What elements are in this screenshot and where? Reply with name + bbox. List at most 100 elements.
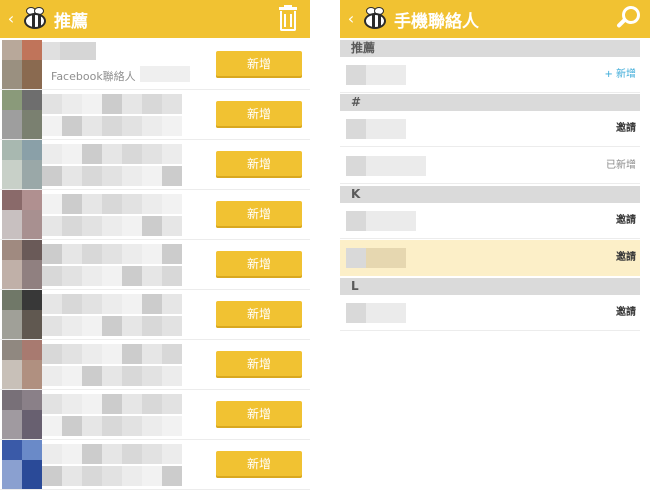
blurred-pixel xyxy=(162,244,182,264)
invite-button[interactable]: 邀請 xyxy=(616,203,636,239)
blurred-pixel xyxy=(42,416,62,436)
contact-row[interactable]: 已新增 xyxy=(340,148,640,184)
blurred-pixel xyxy=(366,211,416,231)
blurred-pixel xyxy=(2,110,22,139)
back-icon[interactable]: ‹ xyxy=(344,0,358,38)
page-title: 手機聯絡人 xyxy=(394,11,479,32)
recommend-header: ‹ 推薦 xyxy=(0,0,310,38)
blurred-pixel xyxy=(162,444,182,464)
blurred-pixel xyxy=(122,466,142,486)
blurred-pixel xyxy=(102,116,122,136)
blurred-pixel xyxy=(2,160,22,189)
blurred-pixel xyxy=(22,460,42,489)
blurred-pixel xyxy=(162,344,182,364)
blurred-pixel xyxy=(22,240,42,260)
contact-row[interactable]: 邀請 xyxy=(340,240,640,276)
bee-logo-icon xyxy=(20,5,48,33)
trash-icon[interactable] xyxy=(274,5,302,33)
contact-row[interactable]: + 新增 xyxy=(340,57,640,93)
blurred-pixel xyxy=(42,166,62,186)
recommend-row: 新增 xyxy=(0,190,310,240)
blurred-pixel xyxy=(2,60,22,89)
blurred-pixel xyxy=(22,190,42,210)
invite-button[interactable]: 邀請 xyxy=(616,295,636,331)
contact-row[interactable]: 邀請 xyxy=(340,203,640,239)
avatar xyxy=(2,190,42,239)
blurred-pixel xyxy=(22,140,42,160)
blurred-pixel xyxy=(42,394,62,414)
recommend-row: 新增 xyxy=(0,90,310,140)
blurred-pixel xyxy=(2,140,22,160)
blurred-pixel xyxy=(102,294,122,314)
blurred-pixel xyxy=(22,210,42,239)
blurred-pixel xyxy=(62,466,82,486)
blurred-pixel xyxy=(162,394,182,414)
recommend-row: 新增 xyxy=(0,140,310,190)
blurred-pixel xyxy=(62,94,82,114)
blurred-pixel xyxy=(102,316,122,336)
blurred-pixel xyxy=(142,94,162,114)
add-friend-button[interactable]: 新增 xyxy=(216,251,302,278)
blurred-pixel xyxy=(22,290,42,310)
blurred-pixel xyxy=(62,344,82,364)
blurred-pixel xyxy=(82,294,102,314)
bee-logo-icon xyxy=(360,5,388,33)
blurred-pixel xyxy=(122,416,142,436)
blurred-pixel xyxy=(162,366,182,386)
blurred-pixel xyxy=(162,316,182,336)
add-friend-button[interactable]: 新增 xyxy=(216,301,302,328)
blurred-pixel xyxy=(346,65,366,85)
recommend-row: 新增 xyxy=(0,340,310,390)
blurred-pixel xyxy=(102,394,122,414)
blurred-pixel xyxy=(82,194,102,214)
contact-row[interactable]: 邀請 xyxy=(340,295,640,331)
blurred-pixel xyxy=(2,340,22,360)
blurred-pixel xyxy=(142,316,162,336)
recommend-row: 新增 xyxy=(0,390,310,440)
section-header: 推薦 xyxy=(340,40,640,57)
blurred-pixel xyxy=(2,360,22,389)
blurred-pixel xyxy=(102,466,122,486)
blurred-pixel xyxy=(62,144,82,164)
add-friend-button[interactable]: 新增 xyxy=(216,351,302,378)
blurred-pixel xyxy=(366,156,426,176)
blurred-pixel xyxy=(42,316,62,336)
contacts-header: ‹ 手機聯絡人 xyxy=(340,0,650,38)
back-icon[interactable]: ‹ xyxy=(4,0,18,38)
add-contact-button[interactable]: + 新增 xyxy=(604,57,636,93)
blurred-pixel xyxy=(122,144,142,164)
added-status: 已新增 xyxy=(606,160,636,171)
blurred-pixel xyxy=(162,266,182,286)
add-friend-button[interactable]: 新增 xyxy=(216,401,302,428)
blurred-pixel xyxy=(122,94,142,114)
blurred-pixel xyxy=(2,190,22,210)
add-friend-button[interactable]: 新增 xyxy=(216,451,302,478)
blurred-pixel xyxy=(122,194,142,214)
search-icon[interactable] xyxy=(614,5,642,33)
blurred-pixel xyxy=(62,366,82,386)
blurred-pixel xyxy=(102,444,122,464)
blurred-pixel xyxy=(22,60,42,89)
blurred-pixel xyxy=(2,290,22,310)
blurred-pixel xyxy=(366,65,406,85)
blurred-pixel xyxy=(2,90,22,110)
blurred-pixel xyxy=(162,416,182,436)
add-friend-button[interactable]: 新增 xyxy=(216,101,302,128)
contact-row[interactable]: 邀請 xyxy=(340,111,640,147)
avatar xyxy=(2,440,42,489)
blurred-pixel xyxy=(22,40,42,60)
page-title: 推薦 xyxy=(54,11,88,32)
add-friend-button[interactable]: 新增 xyxy=(216,201,302,228)
invite-button[interactable]: 邀請 xyxy=(616,240,636,276)
blurred-pixel xyxy=(122,244,142,264)
blurred-pixel xyxy=(346,119,366,139)
blurred-pixel xyxy=(142,366,162,386)
phone-contacts-screen: ‹ 手機聯絡人 推薦 + 新增 # 邀請 已新增 K 邀請 邀請 L 邀請 xyxy=(340,0,650,500)
blurred-pixel xyxy=(2,410,22,439)
blurred-pixel xyxy=(122,394,142,414)
invite-button[interactable]: 邀請 xyxy=(616,111,636,147)
add-friend-button[interactable]: 新增 xyxy=(216,151,302,178)
add-friend-button[interactable]: 新增 xyxy=(216,51,302,78)
blurred-pixel xyxy=(366,119,406,139)
blurred-pixel xyxy=(62,294,82,314)
